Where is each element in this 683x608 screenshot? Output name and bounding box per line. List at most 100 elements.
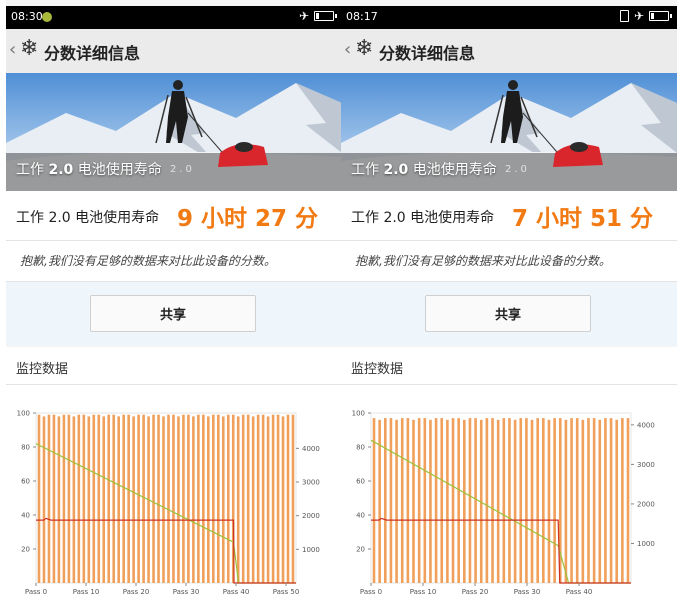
monitor-title: 监控数据 <box>16 362 69 377</box>
x-tick-label: Pass 0 <box>25 588 47 596</box>
status-icons: ✈ <box>619 9 672 23</box>
chart-bar <box>581 419 585 583</box>
chart-bar <box>226 414 230 583</box>
result-label: 工作 2.0 电池使用寿命 <box>351 210 495 226</box>
right-tick-label: 1000 <box>302 546 320 554</box>
screenshot-panel-right: 08:17 ✈ ‹ ❄ 分数详细信息 工作 2.0 电池使用寿命 2.0 工作 … <box>341 0 677 608</box>
page-title: 分数详细信息 <box>44 44 141 63</box>
chart-bar <box>530 419 534 583</box>
skier-head <box>173 80 183 90</box>
status-icons: ✈ <box>299 9 337 23</box>
chart-bar <box>137 414 140 583</box>
monitor-section-header: 监控数据 <box>341 347 677 385</box>
chart-bar <box>182 414 185 583</box>
chart-bar <box>197 414 200 583</box>
chart-bar <box>132 416 135 583</box>
snowflake-icon: ❄ <box>20 36 39 61</box>
chart-bar <box>52 414 56 583</box>
left-tick-label: 60 <box>356 478 365 486</box>
monitor-chart-svg: 100 80 60 40 20 4000 3000 2000 1000 Pass 0 Pass 10… <box>352 410 655 597</box>
chart-bar <box>162 416 165 583</box>
chart-bar <box>291 414 295 583</box>
chart-bar <box>72 416 76 583</box>
back-chevron-icon[interactable]: ‹ <box>344 39 351 60</box>
vibrate-icon <box>619 10 629 22</box>
back-chevron-icon[interactable]: ‹ <box>9 39 16 60</box>
x-tick-label: Pass 50 <box>273 588 300 596</box>
share-button[interactable]: 共享 <box>425 295 591 332</box>
screenshot-panel-left: 08:30 ✈ ‹ ❄ 分数详细信息 工作 2.0 电池使用寿命 2.0 工作 … <box>6 0 342 608</box>
sled-bag <box>235 142 253 152</box>
chart-bar <box>261 414 265 583</box>
left-tick-label: 60 <box>21 478 30 486</box>
chart-bar <box>440 418 444 583</box>
chart-bar <box>598 419 602 583</box>
chart-bar <box>246 414 250 583</box>
battery-icon <box>649 11 672 21</box>
monitor-title: 监控数据 <box>351 362 404 377</box>
chart-bar <box>400 418 404 583</box>
right-tick-label: 4000 <box>637 421 655 429</box>
share-area: 共享 <box>6 282 342 346</box>
chart-bar <box>587 418 590 583</box>
chart-bar <box>536 418 539 583</box>
hero-ghost-text: 2.0 <box>170 164 195 175</box>
left-tick-label: 40 <box>21 512 30 520</box>
chart-bar <box>525 418 528 583</box>
right-tick-label: 3000 <box>637 461 655 469</box>
chart-bar <box>172 414 175 583</box>
chart-bar <box>429 419 432 583</box>
hero-label: 工作 2.0 电池使用寿命 <box>351 159 497 179</box>
right-tick-label: 1000 <box>637 540 655 548</box>
chart-bar <box>112 414 116 583</box>
share-button[interactable]: 共享 <box>90 295 256 332</box>
result-value: 7 小时 51 分 <box>512 206 654 232</box>
left-tick-label: 80 <box>356 444 365 452</box>
chart-bar <box>621 418 624 583</box>
chart-bar <box>117 416 120 583</box>
chart-bar <box>47 414 51 583</box>
chart-bar <box>152 414 155 583</box>
chart-bar <box>592 418 596 583</box>
chart-bar <box>42 416 46 583</box>
hero-label-version: 2.0 <box>48 162 74 178</box>
comparison-notice: 抱歉,我们没有足够的数据来对比此设备的分数。 <box>6 241 342 282</box>
result-row: 工作 2.0 电池使用寿命 7 小时 51 分 <box>341 191 677 241</box>
monitor-chart: 100 80 60 40 20 4000 3000 2000 1000 Pass 0 Pass 10… <box>6 385 342 608</box>
chart-bar <box>519 418 523 583</box>
chart-bar <box>202 414 205 583</box>
comparison-notice-text: 抱歉,我们没有足够的数据来对比此设备的分数。 <box>20 254 276 268</box>
left-tick-label: 40 <box>356 512 365 520</box>
x-tick-label: Pass 40 <box>566 588 593 596</box>
chart-bar <box>457 418 460 583</box>
left-tick-label: 20 <box>356 546 365 554</box>
x-tick-label: Pass 30 <box>514 588 541 596</box>
battery-icon <box>314 11 337 21</box>
comparison-notice-text: 抱歉,我们没有足够的数据来对比此设备的分数。 <box>355 254 611 268</box>
chart-bar <box>82 414 86 583</box>
chart-bar <box>491 418 494 583</box>
chart-bar <box>502 418 506 583</box>
chart-bar <box>87 416 91 583</box>
chart-bar <box>127 414 130 583</box>
chart-bar <box>281 416 285 583</box>
right-tick-label: 4000 <box>302 445 320 453</box>
chart-bar <box>167 414 170 583</box>
left-tick-label: 100 <box>17 410 30 418</box>
page-title: 分数详细信息 <box>379 44 476 63</box>
chart-bar <box>251 416 255 583</box>
chart-bar <box>271 414 275 583</box>
chart-bar <box>395 419 398 583</box>
chart-bar <box>513 419 517 583</box>
chart-bar <box>241 414 245 583</box>
chart-bar <box>496 419 500 583</box>
chart-bar <box>286 414 290 583</box>
chart-bar <box>221 416 225 583</box>
hero-label-prefix: 工作 <box>351 162 379 178</box>
chart-bar <box>236 416 240 583</box>
chart-bar <box>547 419 551 583</box>
x-tick-label: Pass 40 <box>223 588 250 596</box>
chart-bar <box>383 418 387 583</box>
x-tick-label: Pass 0 <box>360 588 382 596</box>
hero-ghost-text: 2.0 <box>505 164 530 175</box>
